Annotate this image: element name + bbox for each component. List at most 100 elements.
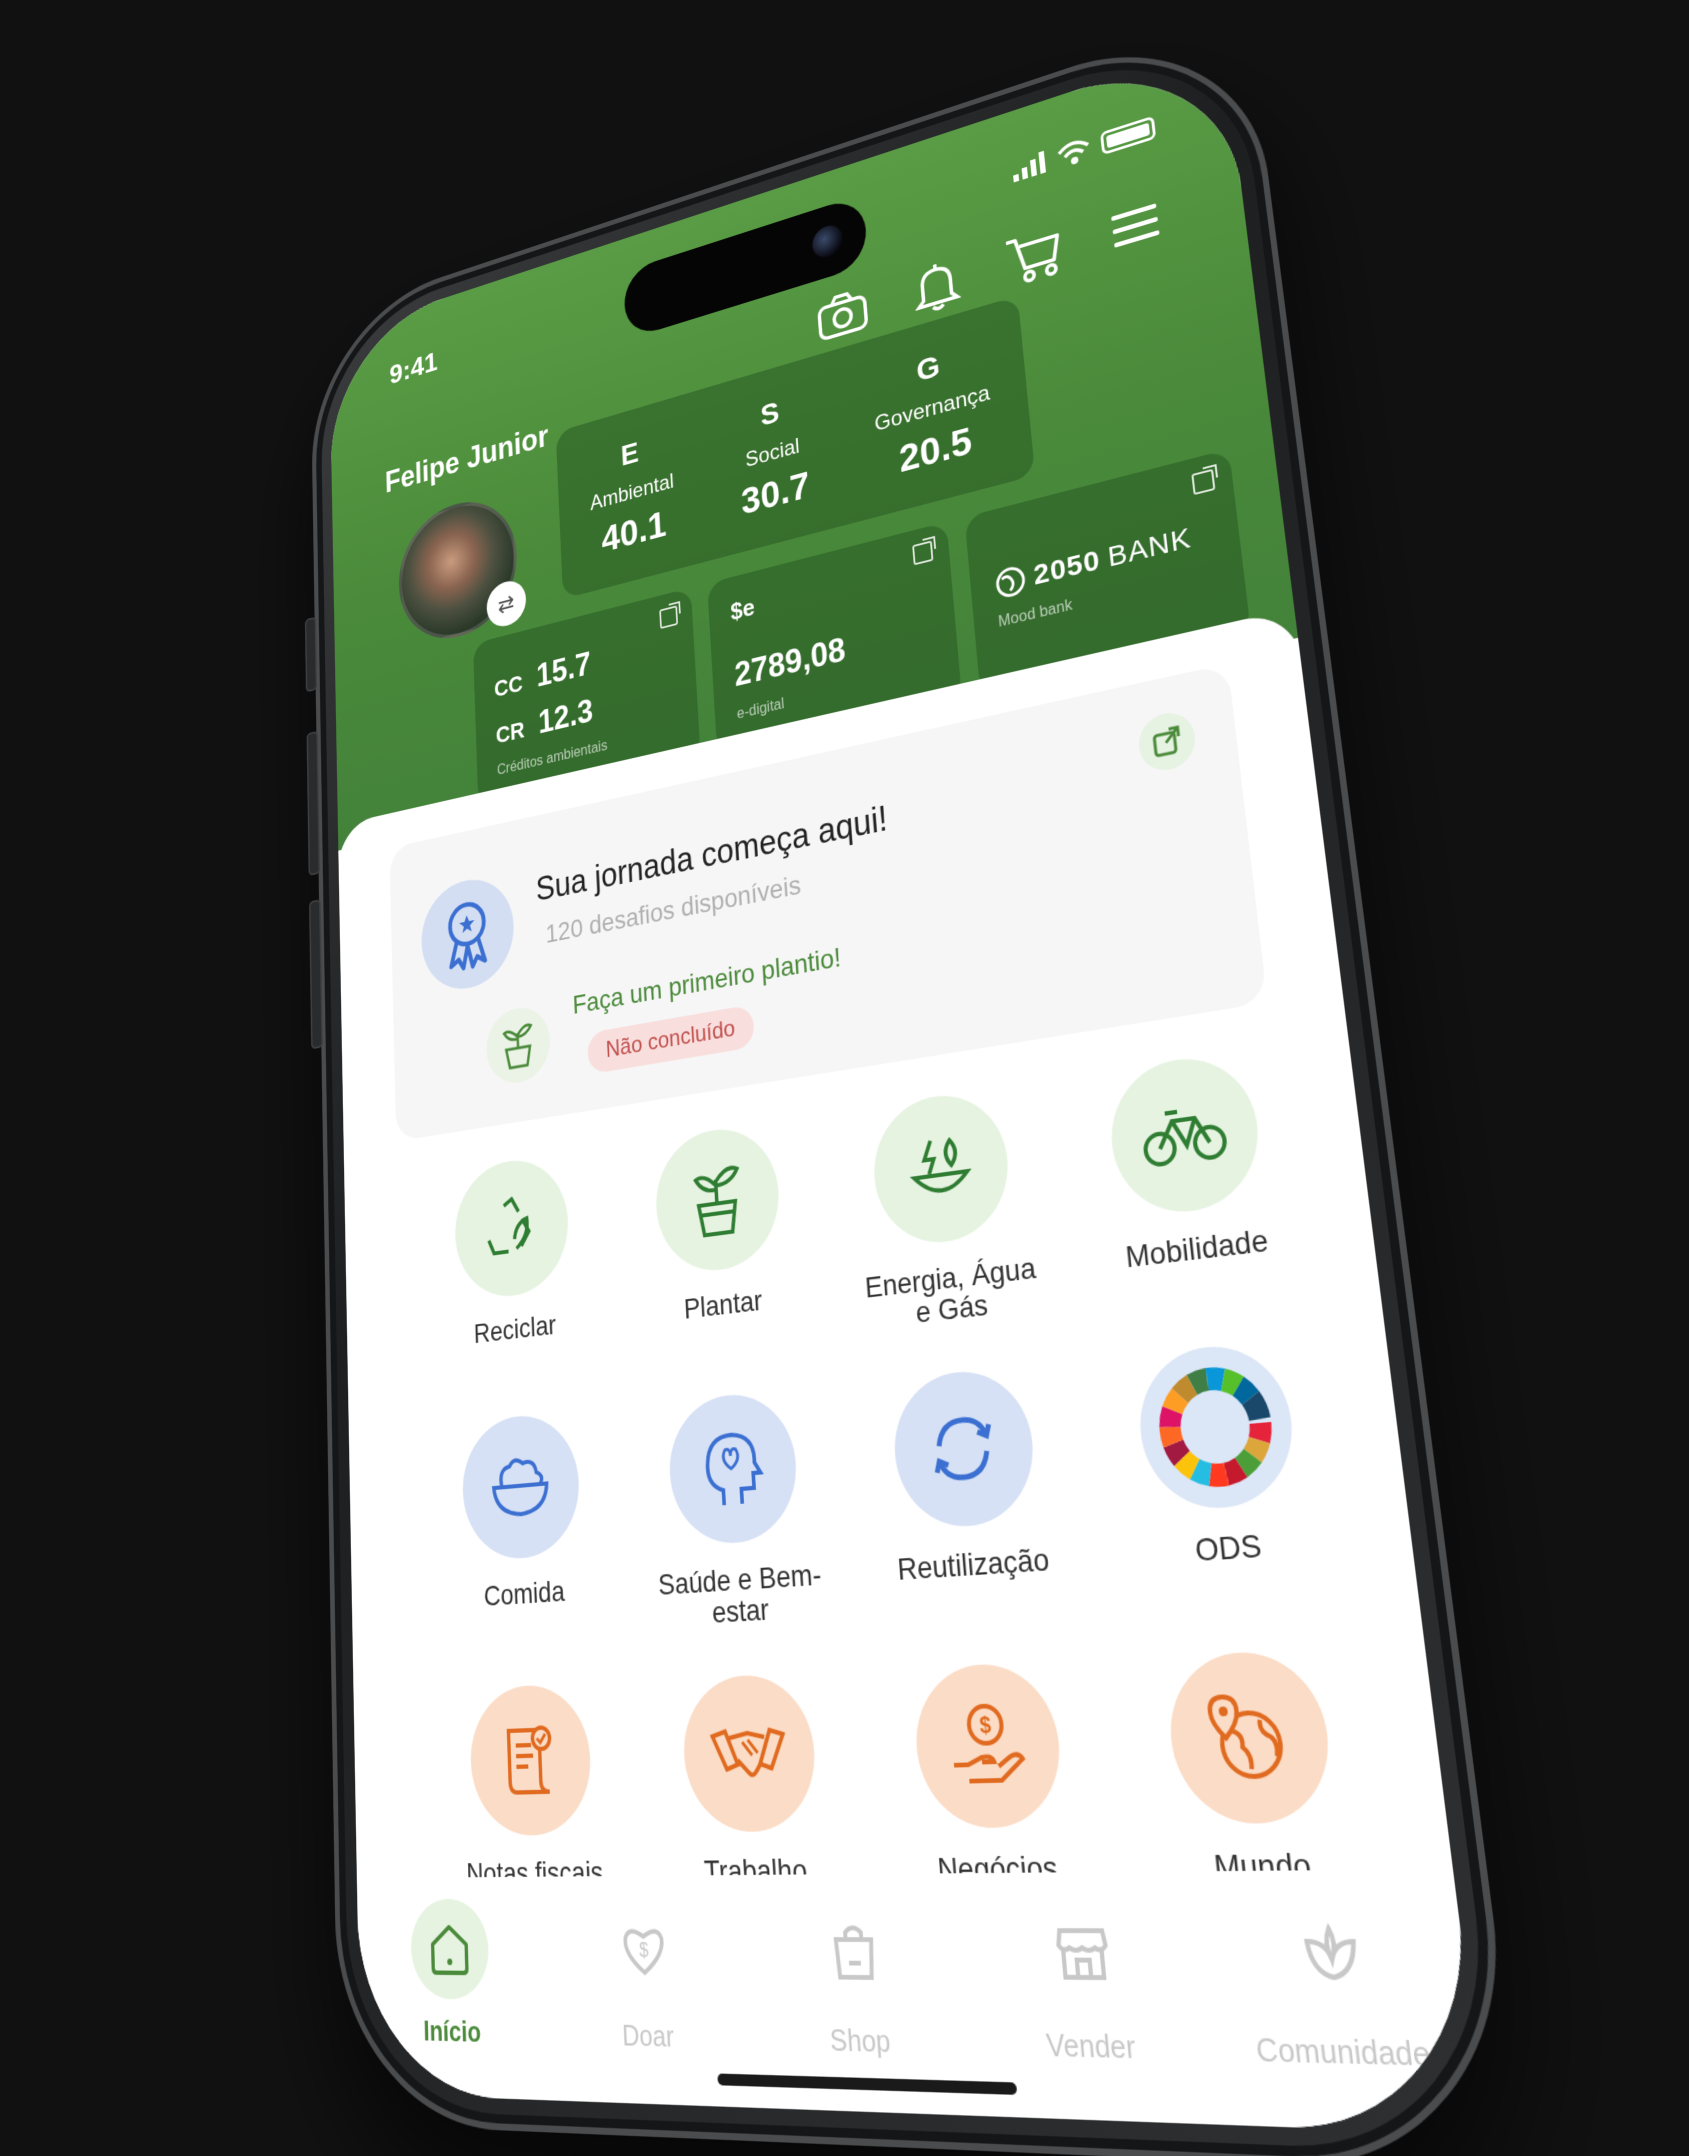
category-circle bbox=[453, 1152, 571, 1303]
health-icon bbox=[699, 1423, 767, 1513]
external-link-icon bbox=[659, 605, 679, 630]
e-digital-label: $e bbox=[729, 592, 756, 626]
category-mobilidade[interactable]: Mobilidade bbox=[1052, 1041, 1334, 1312]
category-circle bbox=[680, 1672, 820, 1833]
category-saude[interactable]: Saúde e Bem-estar bbox=[621, 1384, 857, 1633]
stage: 9:41 Felipe Junior ⇄ E Ambiental 40.1 S … bbox=[0, 0, 1689, 2156]
action-button bbox=[304, 616, 318, 693]
category-energia[interactable]: Energia, Água e Gás bbox=[821, 1079, 1074, 1338]
energy-icon bbox=[901, 1124, 979, 1213]
cart-icon bbox=[1004, 224, 1065, 290]
tab-inicio[interactable]: Início bbox=[374, 1898, 529, 2051]
category-comida[interactable]: Comida bbox=[419, 1406, 631, 1645]
phone-frame: 9:41 Felipe Junior ⇄ E Ambiental 40.1 S … bbox=[304, 8, 1527, 2156]
task-title: Faça um primeiro plantio! bbox=[572, 941, 843, 1020]
ods-icon bbox=[1145, 1352, 1288, 1500]
receipt-icon bbox=[496, 1718, 564, 1801]
external-link-icon bbox=[912, 540, 934, 566]
external-link-icon bbox=[1191, 468, 1216, 496]
reuse-icon bbox=[923, 1403, 1004, 1493]
volume-down-button bbox=[309, 899, 323, 1050]
tab-icon-wrap bbox=[806, 1897, 904, 2006]
esg-environmental: E Ambiental 40.1 bbox=[588, 426, 678, 563]
avatar[interactable] bbox=[397, 487, 520, 652]
wifi-icon bbox=[1056, 135, 1091, 166]
cart-button[interactable] bbox=[1003, 220, 1066, 293]
category-circle bbox=[652, 1121, 783, 1278]
screen: 9:41 Felipe Junior ⇄ E Ambiental 40.1 S … bbox=[329, 41, 1487, 2135]
category-label: Comida bbox=[483, 1574, 566, 1612]
category-circle bbox=[666, 1388, 801, 1547]
menu-button[interactable] bbox=[1102, 189, 1168, 264]
business-icon: $ bbox=[943, 1697, 1032, 1793]
handshake-icon bbox=[708, 1718, 790, 1787]
camera-icon bbox=[816, 285, 870, 344]
esg-score-card[interactable]: E Ambiental 40.1 S Social 30.7 G Governa… bbox=[555, 295, 1036, 600]
svg-text:$: $ bbox=[639, 1939, 650, 1962]
tab-label: Comunidade bbox=[1254, 2030, 1433, 2074]
category-circle bbox=[468, 1682, 594, 1836]
category-circle bbox=[889, 1365, 1040, 1531]
esg-letter: S bbox=[759, 394, 781, 433]
task-icon bbox=[485, 1002, 552, 1088]
sprout-pot-icon bbox=[499, 1017, 537, 1073]
category-reciclar[interactable]: Reciclar bbox=[412, 1146, 618, 1383]
world-icon bbox=[1199, 1687, 1299, 1787]
signal-icon bbox=[1013, 150, 1046, 183]
cc-value: 15.7 bbox=[535, 644, 592, 694]
bottom-tab-bar: Início $ Doar Shop Vender Comunidade bbox=[356, 1869, 1487, 2135]
tab-shop[interactable]: Shop bbox=[764, 1897, 952, 2062]
tab-vender[interactable]: Vender bbox=[983, 1896, 1191, 2068]
globe-logo-icon bbox=[993, 562, 1027, 601]
donate-icon: $ bbox=[619, 1921, 669, 1980]
cr-label: CR bbox=[495, 716, 526, 749]
category-circle bbox=[869, 1086, 1014, 1250]
category-label: Mobilidade bbox=[1124, 1223, 1270, 1274]
tab-icon-wrap bbox=[410, 1898, 491, 2000]
task-status-badge: Não concluído bbox=[586, 1004, 756, 1075]
esg-governance: G Governança 20.5 bbox=[870, 335, 996, 487]
category-negocios[interactable]: $ Negócios bbox=[859, 1658, 1127, 1887]
tab-icon-wrap: $ bbox=[601, 1898, 689, 2003]
category-circle bbox=[1133, 1339, 1301, 1513]
tab-label: Doar bbox=[621, 2017, 675, 2054]
food-icon bbox=[486, 1448, 555, 1524]
swap-icon: ⇄ bbox=[497, 588, 515, 619]
esg-score: 30.7 bbox=[739, 462, 811, 523]
recycle-icon bbox=[479, 1187, 543, 1268]
home-icon bbox=[427, 1921, 472, 1978]
category-plantar[interactable]: Plantar bbox=[609, 1114, 837, 1362]
category-label: ODS bbox=[1193, 1527, 1264, 1568]
volume-up-button bbox=[306, 730, 321, 876]
category-label: Reciclar bbox=[473, 1309, 557, 1350]
category-label: Plantar bbox=[683, 1284, 764, 1325]
category-trabalho[interactable]: Trabalho bbox=[633, 1670, 874, 1888]
category-notas-fiscais[interactable]: Notas fiscais bbox=[425, 1680, 642, 1890]
category-label: Reutilização bbox=[896, 1541, 1051, 1587]
bank-logo-thin: BANK bbox=[1106, 521, 1193, 574]
store-icon bbox=[1052, 1921, 1113, 1985]
tab-icon-wrap bbox=[1272, 1895, 1393, 2014]
external-link-icon bbox=[1150, 724, 1183, 760]
status-icons bbox=[1010, 115, 1157, 185]
battery-icon bbox=[1099, 115, 1157, 156]
category-reutilizacao[interactable]: Reutilização bbox=[840, 1360, 1102, 1621]
cc-label: CC bbox=[493, 669, 524, 703]
category-label: Saúde e Bem-estar bbox=[657, 1557, 823, 1630]
esg-social: S Social 30.7 bbox=[735, 388, 811, 523]
camera-button[interactable] bbox=[814, 279, 872, 350]
content-panel: Sua jornada começa aqui! 120 desafios di… bbox=[337, 607, 1487, 2135]
category-mundo[interactable]: Mundo bbox=[1107, 1646, 1407, 1885]
category-label: Energia, Água e Gás bbox=[863, 1251, 1038, 1330]
status-time: 9:41 bbox=[389, 345, 438, 391]
svg-text:$: $ bbox=[978, 1711, 992, 1738]
award-ribbon-icon bbox=[436, 888, 500, 981]
tab-doar[interactable]: $ Doar bbox=[562, 1898, 733, 2056]
plant-icon bbox=[684, 1155, 750, 1243]
category-circle bbox=[1162, 1648, 1338, 1825]
tab-label: Shop bbox=[829, 2021, 892, 2060]
journey-open-button[interactable] bbox=[1136, 707, 1198, 776]
category-ods[interactable]: ODS bbox=[1079, 1334, 1372, 1607]
notifications-button[interactable] bbox=[906, 250, 967, 322]
tab-comunidade[interactable]: Comunidade bbox=[1222, 1895, 1453, 2075]
